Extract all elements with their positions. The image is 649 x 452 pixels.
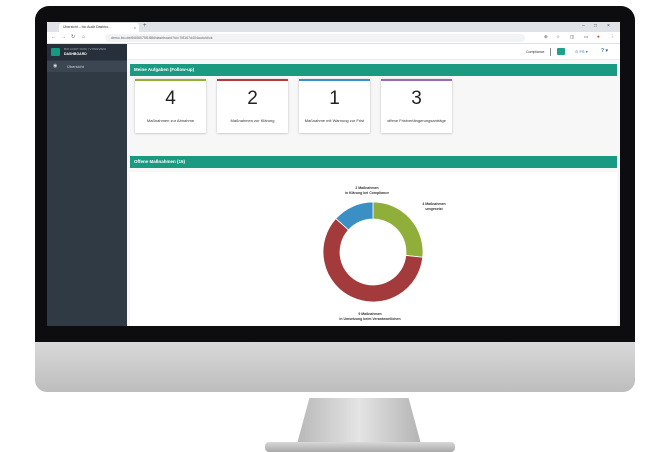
profile-avatar-icon[interactable]: ● [597, 34, 600, 39]
card-count: 1 [329, 88, 340, 109]
mail-icon[interactable] [557, 48, 565, 55]
brand-subtitle: BIO AUDIT DATA | V PREVIEW [64, 47, 107, 51]
card-accent [217, 79, 288, 81]
help-label: ? [601, 48, 605, 54]
dashboard-icon: ◉ [53, 63, 58, 69]
browser-address-bar: ← → ↻ ⌂ demo.bio.de/6/606075f1f86f/dashb… [47, 32, 620, 44]
card-accent [299, 79, 370, 81]
chart-label-clarification: 2 Maßnahmen in Klärung bei Compliance [322, 186, 412, 195]
monitor-chin [35, 342, 635, 392]
card-label: offene Fristverlängerungsanträge [387, 117, 446, 123]
role-label[interactable]: Compliance [526, 50, 544, 54]
browser-tab-bar: Übersicht – bio Audit Dashbo… × + – □ × [47, 22, 620, 32]
sidebar-item-label: Übersicht [67, 64, 84, 69]
star-icon[interactable]: ☆ [556, 34, 560, 40]
maximize-icon[interactable]: □ [594, 23, 597, 29]
monitor-stand-neck [297, 398, 421, 444]
brand-logo [51, 48, 60, 56]
task-card-deadline-warning[interactable]: 1 Maßnahme mit Warnung zur Frist [299, 79, 370, 133]
screen: Übersicht – bio Audit Dashbo… × + – □ × … [47, 22, 620, 326]
chart-label-text: umgesetzt [425, 206, 443, 211]
card-count: 2 [247, 88, 258, 109]
card-count: 3 [411, 88, 422, 109]
main-content: Meine Aufgaben (Follow-up) 4 Maßnahmen z… [127, 60, 620, 326]
chart-label-text: in Umsetzung beim Verantwortlichen [339, 316, 401, 321]
task-card-acceptance[interactable]: 4 Maßnahmen zur Abnahme [135, 79, 206, 133]
open-measures-chart: 2 Maßnahmen in Klärung bei Compliance 4 … [130, 172, 617, 326]
new-tab-icon[interactable]: + [143, 23, 147, 29]
user-menu[interactable]: ⊙ FS ▾ [575, 49, 588, 54]
brand: BIO AUDIT DATA | V PREVIEW DASHBOARD [47, 44, 127, 60]
sidebar-item-overview[interactable]: ◉ Übersicht [47, 61, 127, 72]
forward-arrow-icon[interactable]: → [61, 34, 66, 40]
sidebar: BIO AUDIT DATA | V PREVIEW DASHBOARD ◉ Ü… [47, 44, 127, 326]
divider [550, 48, 551, 56]
card-label: Maßnahme mit Warnung zur Frist [304, 117, 365, 123]
home-icon[interactable]: ⌂ [82, 34, 85, 40]
browser-menu-icon[interactable]: ⋮ [610, 34, 615, 40]
open-measures-section-header: Offene Maßnahmen (15) [130, 156, 617, 168]
extensions-puzzle-icon[interactable]: ◫ [570, 34, 574, 40]
task-card-extension-requests[interactable]: 3 offene Fristverlängerungsanträge [381, 79, 452, 133]
chart-label-text: in Klärung bei Compliance [344, 190, 390, 195]
tab-close-icon[interactable]: × [134, 25, 136, 30]
card-count: 4 [165, 88, 176, 109]
close-window-icon[interactable]: × [607, 23, 610, 29]
back-arrow-icon[interactable]: ← [51, 34, 56, 40]
card-accent [381, 79, 452, 81]
chart-label-in-progress: 9 Maßnahmen in Umsetzung beim Verantwort… [305, 312, 435, 321]
tasks-section-header: Meine Aufgaben (Follow-up) [130, 64, 617, 76]
browser-tab[interactable]: Übersicht – bio Audit Dashbo… × [59, 23, 139, 32]
url-field[interactable]: demo.bio.de/6/606075f1f86f/dashboard?lcl… [105, 34, 525, 42]
extension-icon[interactable]: ⊕ [544, 34, 548, 40]
task-card-clarification[interactable]: 2 Maßnahmen zur Klärung [217, 79, 288, 133]
app-topbar: Compliance ⊙ FS ▾ ? ▾ [127, 44, 620, 60]
help-icon[interactable]: ? ▾ [601, 48, 608, 54]
sidepanel-icon[interactable]: ▭ [584, 34, 588, 40]
user-initials: FS [579, 49, 585, 54]
card-label: Maßnahmen zur Abnahme [146, 117, 195, 123]
card-accent [135, 79, 206, 81]
brand-title: DASHBOARD [64, 52, 87, 56]
minimize-icon[interactable]: – [582, 23, 585, 29]
tab-title: Übersicht – bio Audit Dashbo… [63, 25, 112, 29]
card-label: Maßnahmen zur Klärung [230, 117, 275, 123]
reload-icon[interactable]: ↻ [71, 34, 75, 40]
chart-label-implemented: 4 Maßnahmen umgesetzt [404, 202, 464, 211]
donut-chart [322, 201, 424, 303]
